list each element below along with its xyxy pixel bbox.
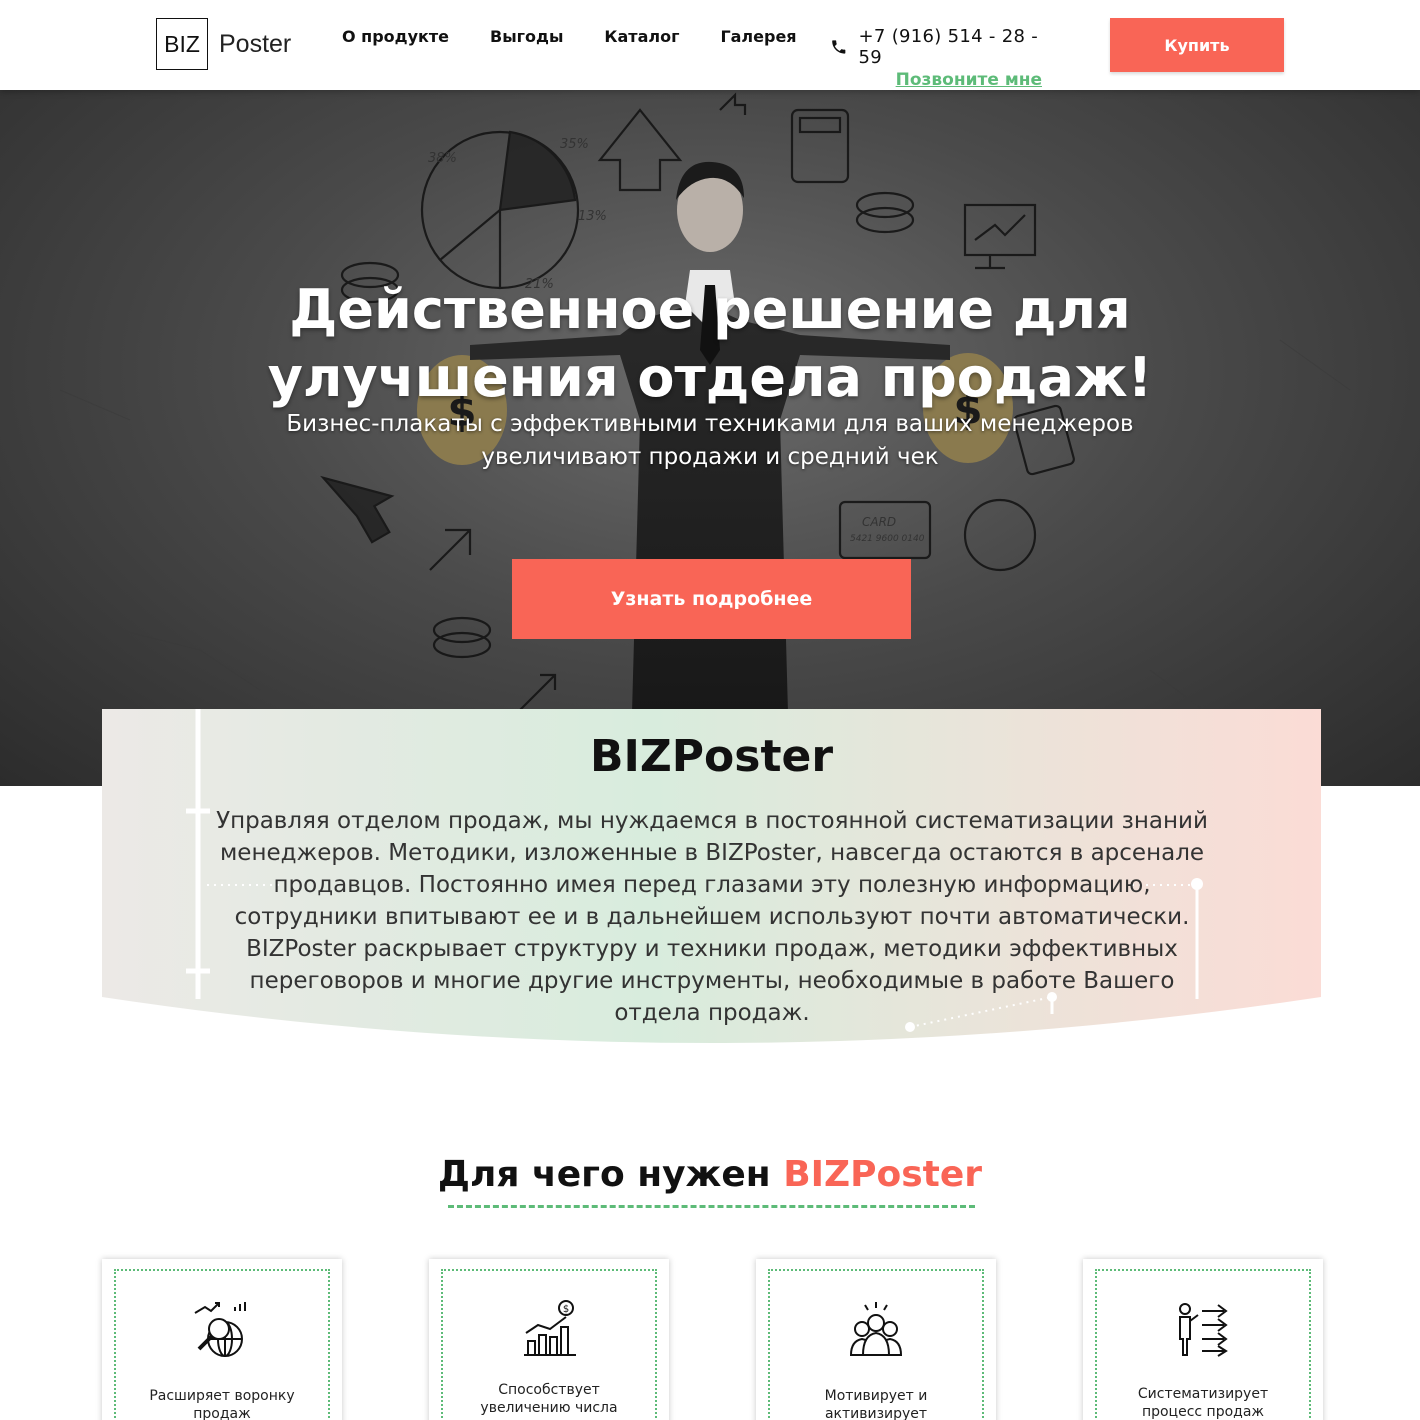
card-label-line: активизирует	[824, 1406, 928, 1420]
benefit-card[interactable]: Расширяет воронку продаж	[102, 1259, 342, 1420]
about-title: BIZPoster	[589, 731, 834, 782]
doodle-label: 13%	[578, 209, 607, 224]
about-text: Управляя отделом продаж, мы нуждаемся в …	[216, 808, 1208, 1026]
hero-title: Действенное решение для улучшения отдела…	[0, 276, 1420, 412]
logo[interactable]: BIZ Poster	[156, 18, 291, 70]
why-section-title: Для чего нужен BIZPoster	[0, 1154, 1420, 1195]
phone-number[interactable]: +7 (916) 514 - 28 - 59	[859, 26, 1042, 68]
phone-icon	[832, 40, 846, 54]
card-label: Способствует увеличению числа	[439, 1381, 659, 1417]
card-label: Систематизирует процесс продаж	[1093, 1385, 1313, 1420]
hero-subtitle-line: Бизнес-плакаты с эффективными техниками …	[286, 411, 1134, 437]
benefit-card[interactable]: $ Способствует увеличению числа	[429, 1259, 669, 1420]
card-label: Расширяет воронку продаж	[112, 1387, 332, 1420]
nav-item-catalog[interactable]: Каталог	[604, 27, 679, 46]
doodle-label: CARD	[862, 515, 896, 529]
logo-box: BIZ	[156, 18, 208, 70]
card-label-line: Систематизирует	[1137, 1386, 1269, 1402]
logo-text: Poster	[219, 29, 292, 58]
funnel-growth-icon	[194, 1302, 246, 1357]
card-label-line: продаж	[193, 1406, 251, 1420]
why-title-underline	[448, 1205, 975, 1208]
learn-more-button[interactable]: Узнать подробнее	[512, 559, 911, 639]
hero-subtitle-line: увеличивают продажи и средний чек	[481, 444, 939, 470]
about-section: BIZPoster Управляя отделом продаж, мы ну…	[102, 709, 1321, 1054]
nav-item-gallery[interactable]: Галерея	[720, 27, 796, 46]
svg-text:$: $	[563, 1304, 569, 1315]
callback-link[interactable]: Позвоните мне	[830, 70, 1042, 90]
site-header: BIZ Poster О продукте Выгоды Каталог Гал…	[0, 0, 1420, 90]
buy-button[interactable]: Купить	[1110, 18, 1284, 72]
card-label-line: процесс продаж	[1141, 1404, 1265, 1420]
card-label-line: Расширяет воронку	[149, 1388, 295, 1404]
doodle-label: 35%	[560, 137, 589, 152]
nav-item-benefits[interactable]: Выгоды	[490, 27, 563, 46]
benefit-card[interactable]: Мотивирует и активизирует	[756, 1259, 996, 1420]
doodle-label: 38%	[428, 151, 457, 166]
why-title-prefix: Для чего нужен	[437, 1154, 784, 1195]
main-nav: О продукте Выгоды Каталог Галерея	[342, 27, 838, 46]
card-label-line: увеличению числа	[480, 1400, 618, 1416]
card-label-line: Способствует	[498, 1382, 600, 1398]
hero-title-line: улучшения отдела продаж!	[267, 346, 1153, 409]
doodle-label: 5421 9600 0140	[850, 534, 925, 544]
process-arrows-icon	[1179, 1303, 1228, 1357]
sales-chart-icon: $	[524, 1300, 576, 1356]
card-label-line: Мотивирует и	[824, 1388, 928, 1404]
team-motivation-icon	[849, 1302, 903, 1356]
phone-block: +7 (916) 514 - 28 - 59 Позвоните мне	[830, 26, 1042, 90]
benefit-card[interactable]: Систематизирует процесс продаж	[1083, 1259, 1323, 1420]
why-title-accent: BIZPoster	[783, 1154, 983, 1195]
hero-title-line: Действенное решение для	[289, 278, 1131, 341]
hero-section: 38% 35% 13% 21% CARD 5421 9600 0140 $ $ …	[0, 90, 1420, 786]
hero-subtitle: Бизнес-плакаты с эффективными техниками …	[0, 408, 1420, 474]
nav-item-about[interactable]: О продукте	[342, 27, 449, 46]
card-label: Мотивирует и активизирует	[766, 1387, 986, 1420]
